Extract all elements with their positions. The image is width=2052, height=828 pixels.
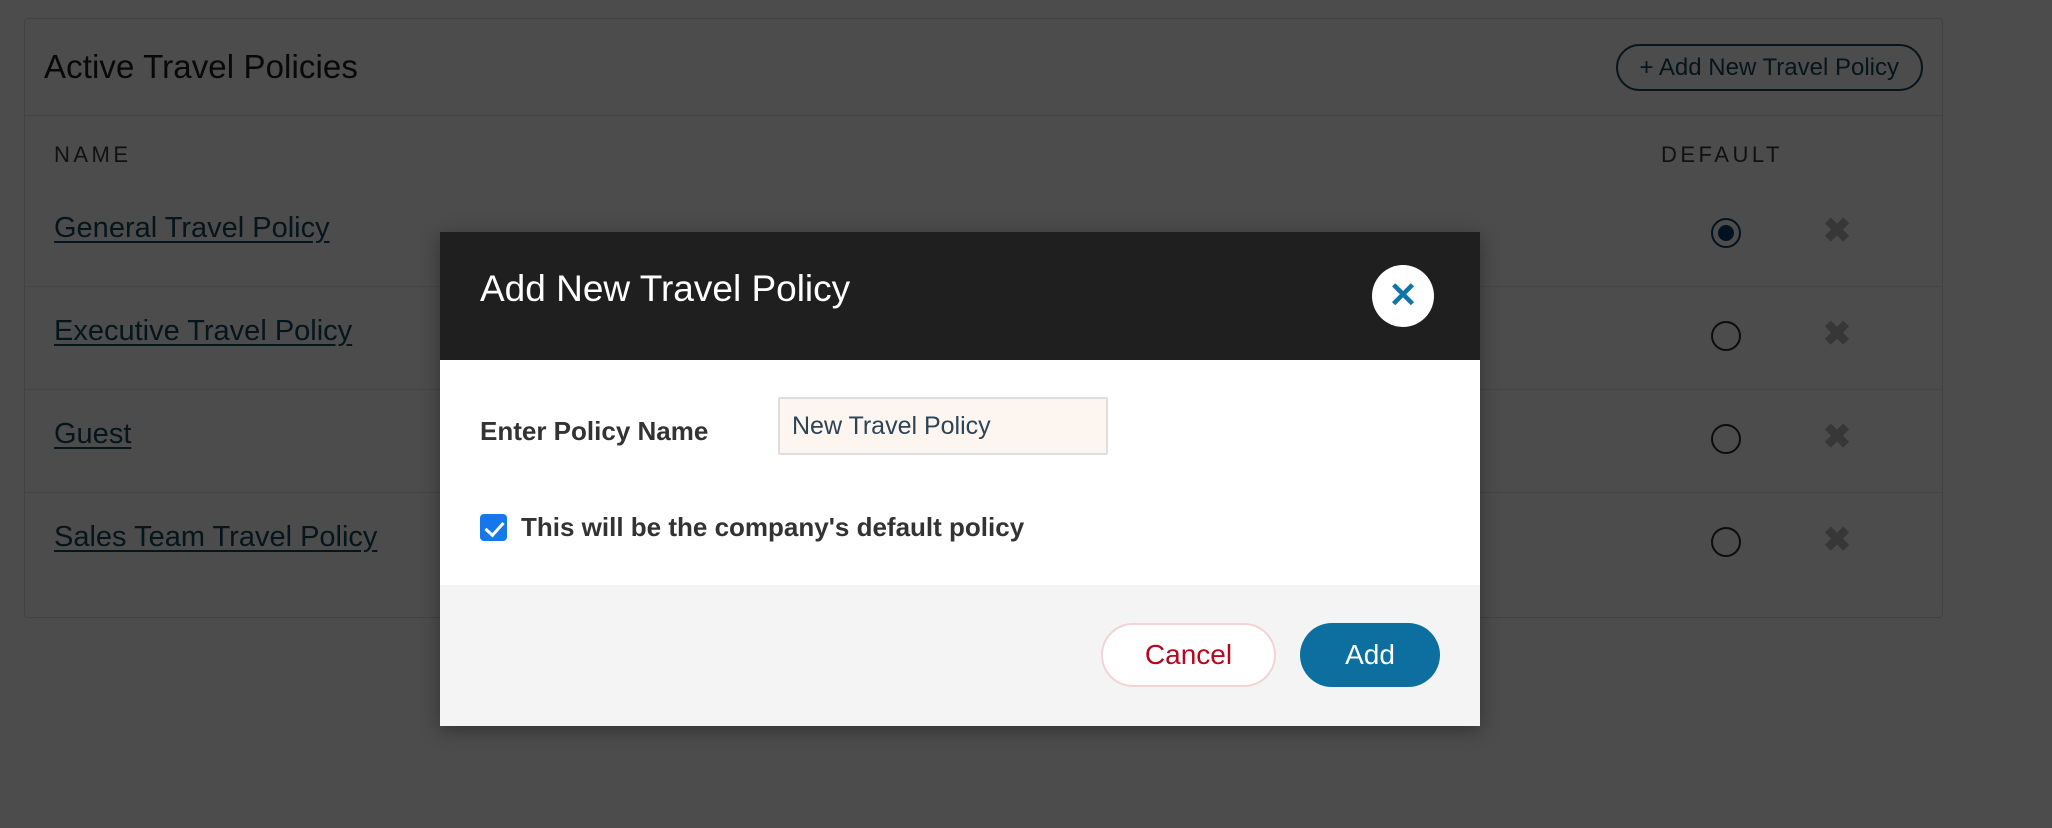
dialog-footer: Cancel Add	[440, 585, 1480, 726]
default-policy-checkbox-label[interactable]: This will be the company's default polic…	[521, 512, 1024, 543]
cancel-button[interactable]: Cancel	[1101, 623, 1276, 687]
policy-name-input[interactable]	[778, 397, 1108, 455]
dialog-body: Enter Policy Name This will be the compa…	[440, 360, 1480, 585]
add-new-travel-policy-dialog: Add New Travel Policy ✕ Enter Policy Nam…	[440, 232, 1480, 726]
policy-name-label: Enter Policy Name	[480, 416, 709, 446]
default-policy-checkbox-row[interactable]: This will be the company's default polic…	[480, 512, 1024, 543]
default-policy-checkbox[interactable]	[480, 514, 507, 541]
dialog-title: Add New Travel Policy	[480, 268, 851, 309]
dialog-header: Add New Travel Policy ✕	[440, 232, 1480, 360]
add-button[interactable]: Add	[1300, 623, 1440, 687]
close-icon[interactable]: ✕	[1372, 265, 1434, 327]
